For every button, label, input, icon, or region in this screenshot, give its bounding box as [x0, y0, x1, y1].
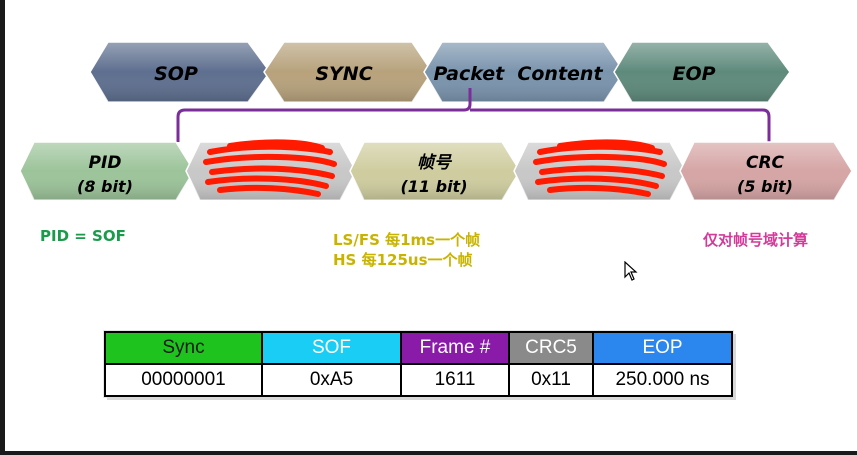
- sof-packet-table: Sync SOF Frame # CRC5 EOP 00000001 0xA5 …: [104, 331, 733, 397]
- bottom-border: [0, 451, 857, 455]
- frame-rate-note-ls-fs: LS/FS 每1ms一个帧: [333, 231, 481, 249]
- table-row: 00000001 0xA5 1611 0x11 250.000 ns: [104, 363, 733, 397]
- segment-sop-label: SOP: [154, 63, 198, 85]
- cell-crc5: 0x11: [508, 363, 594, 397]
- segment-sync-label: SYNC: [315, 63, 372, 85]
- cell-eop: 250.000 ns: [592, 363, 733, 397]
- field-crc-name: CRC: [746, 153, 785, 173]
- field-pid-size: (8 bit): [77, 177, 133, 196]
- segment-packet-content-label: Packet Content: [433, 63, 603, 85]
- field-redacted-1: [185, 139, 357, 201]
- packet-diagram: SOP SYNC Packet Content EOP PID (8 bit): [19, 41, 853, 201]
- field-frame-number-name: 帧号: [417, 153, 453, 173]
- field-frame-number-size: (11 bit): [400, 177, 467, 196]
- field-pid: PID (8 bit): [19, 141, 195, 201]
- mouse-pointer-shape: [624, 261, 638, 281]
- cell-sync: 00000001: [104, 363, 263, 397]
- table-header-row: Sync SOF Frame # CRC5 EOP: [104, 331, 733, 365]
- mouse-pointer-icon: [624, 261, 638, 281]
- segment-sop: SOP: [89, 41, 271, 103]
- segment-eop: EOP: [613, 41, 791, 103]
- header-frame-number: Frame #: [400, 331, 510, 365]
- header-eop: EOP: [592, 331, 733, 365]
- header-crc5: CRC5: [508, 331, 594, 365]
- frame-rate-note-hs: HS 每125us一个帧: [333, 251, 473, 269]
- pid-note: PID = SOF: [40, 227, 126, 245]
- field-redacted-2: [513, 139, 687, 201]
- field-frame-number: 帧号 (11 bit): [349, 141, 521, 201]
- field-crc: CRC (5 bit): [679, 141, 853, 201]
- cell-sof: 0xA5: [261, 363, 402, 397]
- field-pid-name: PID: [89, 153, 122, 173]
- field-crc-size: (5 bit): [737, 177, 793, 196]
- header-sof: SOF: [261, 331, 402, 365]
- segment-sync: SYNC: [263, 41, 433, 103]
- header-sync: Sync: [104, 331, 263, 365]
- crc-note: 仅对帧号域计算: [703, 231, 809, 249]
- segment-eop-label: EOP: [672, 63, 715, 85]
- segment-packet-content: Packet Content: [423, 41, 625, 103]
- cell-frame-number: 1611: [400, 363, 510, 397]
